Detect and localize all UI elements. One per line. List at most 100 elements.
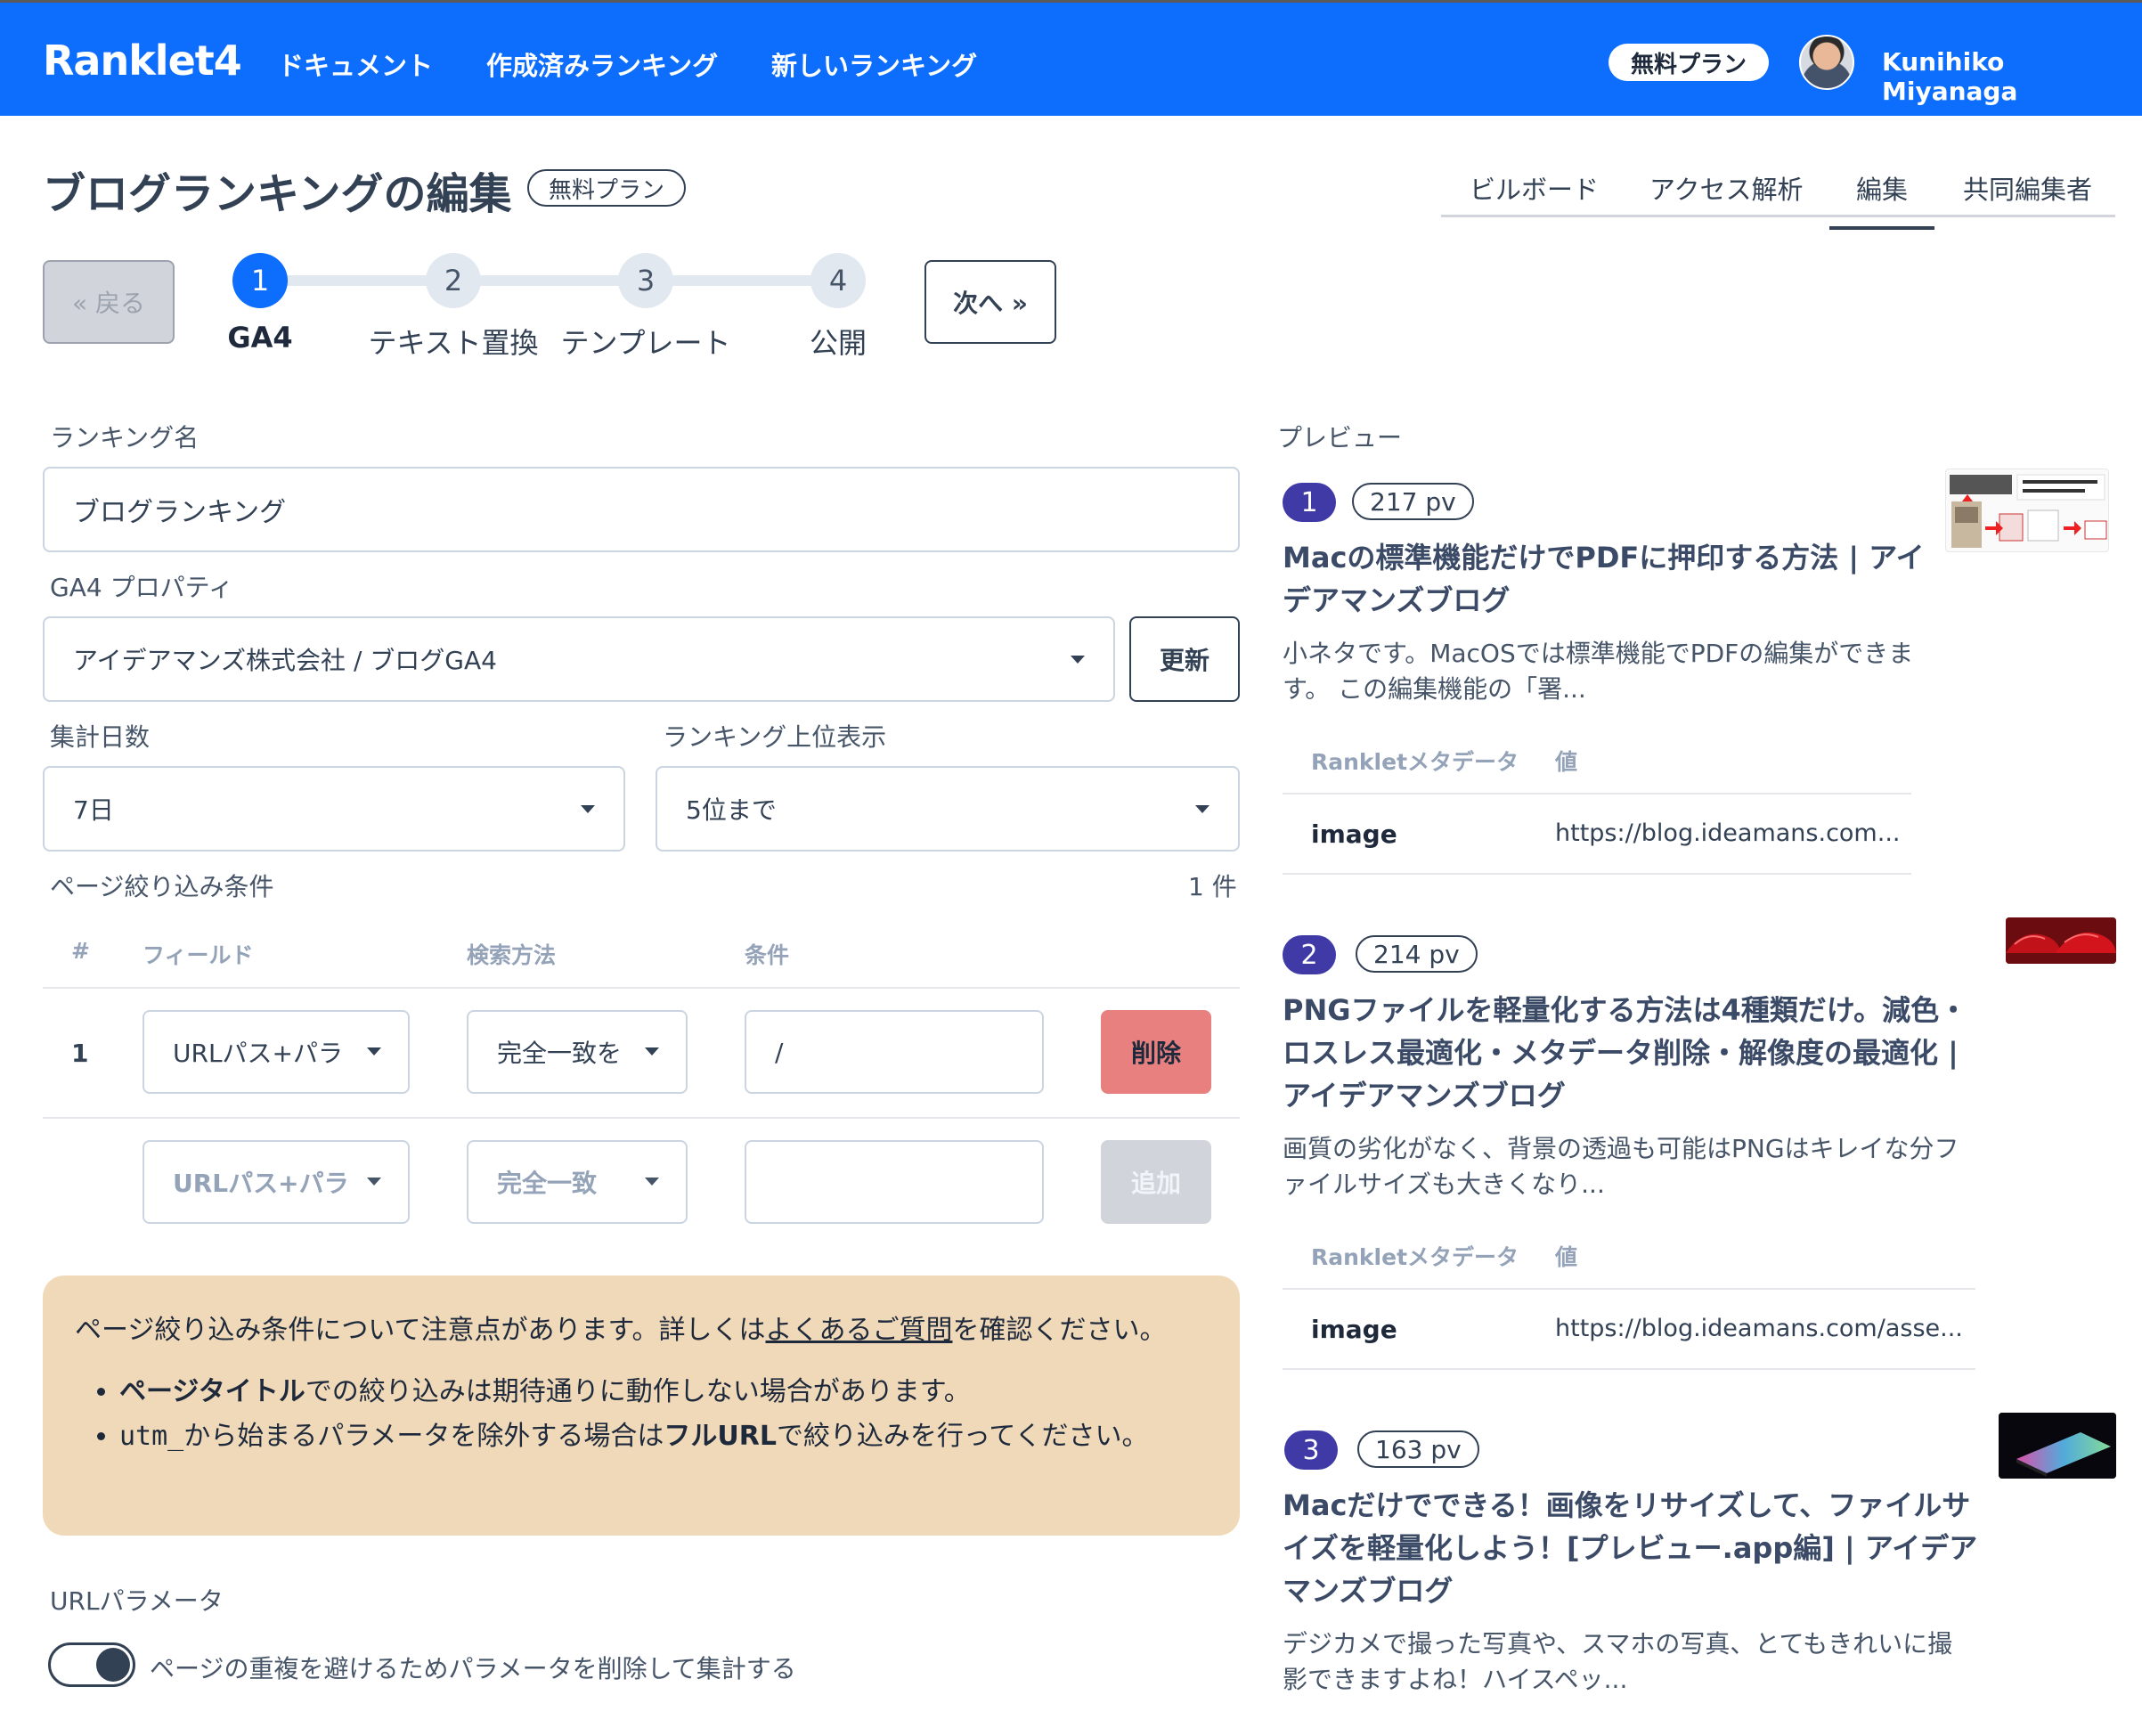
update-button[interactable]: 更新 (1129, 616, 1240, 702)
step-3-circle[interactable]: 3 (618, 253, 673, 308)
step-1-label: GA4 (227, 321, 293, 355)
delete-button[interactable]: 削除 (1101, 1010, 1211, 1094)
rank-badge: 1 (1283, 483, 1336, 522)
preview-title[interactable]: Macの標準機能だけでPDFに押印する方法 | アイ デアマンズブログ (1283, 536, 1925, 622)
avatar[interactable] (1799, 35, 1854, 90)
days-select[interactable]: 7日 (43, 766, 625, 852)
column-header-method: 検索方法 (467, 942, 557, 968)
column-header-index: # (71, 938, 90, 964)
preview-description: 画質の劣化がなく、背景の透過も可能はPNGはキレイな分フ ァイルサイズも大きくなり… (1283, 1134, 1959, 1199)
meta-header-value: 値 (1555, 1244, 1578, 1270)
days-label: 集計日数 (50, 722, 151, 752)
page: Ranklet4 ドキュメント 作成済みランキング 新しいランキング 無料プラン… (0, 0, 2142, 1736)
brand-logo[interactable]: Ranklet4 (43, 37, 242, 85)
nav-link-rankings[interactable]: 作成済みランキング (486, 45, 718, 83)
rank-badge: 3 (1284, 1430, 1338, 1470)
ranking-name-label: ランキング名 (50, 423, 200, 452)
preview-thumbnail (1999, 1413, 2116, 1479)
chevron-down-icon (581, 805, 595, 813)
stepper-track (260, 275, 839, 286)
filter-notice: ページ絞り込み条件について注意点があります。詳しくはよくあるご質問を確認ください… (43, 1276, 1240, 1536)
user-name[interactable]: Kunihiko Miyanaga (1882, 47, 2142, 106)
meta-value: https://blog.ideamans.com... (1555, 819, 1901, 847)
page-title: ブログランキングの編集 (43, 169, 512, 219)
meta-header-value: 値 (1555, 749, 1578, 775)
navbar: Ranklet4 ドキュメント 作成済みランキング 新しいランキング 無料プラン… (0, 0, 2142, 116)
meta-header-key: Rankletメタデータ (1311, 1244, 1519, 1270)
step-1-circle[interactable]: 1 (232, 253, 288, 308)
meta-value: https://blog.ideamans.com/asse... (1555, 1315, 1963, 1342)
ranking-name-input[interactable]: ブログランキング (43, 467, 1240, 552)
field-select[interactable]: URLパス+パラ (143, 1010, 410, 1094)
nav-link-new-ranking[interactable]: 新しいランキング (771, 45, 977, 83)
pv-badge: 214 pv (1356, 935, 1478, 973)
preview-title[interactable]: PNGファイルを軽量化する方法は4種類だけ。減色・ ロスレス最適化・メタデータ削除… (1283, 989, 1967, 1117)
ga4-property-label: GA4 プロパティ (50, 573, 233, 602)
url-param-toggle-label[interactable]: ページの重複を避けるためパラメータを削除して集計する (150, 1650, 796, 1685)
toggle-knob (96, 1648, 130, 1682)
meta-key: image (1311, 1315, 1397, 1344)
next-button[interactable]: 次へ » (924, 260, 1056, 344)
pv-badge: 217 pv (1352, 483, 1474, 520)
meta-divider (1283, 873, 1911, 875)
top-rank-select[interactable]: 5位まで (656, 766, 1240, 852)
preview-description: 小ネタです。MacOSでは標準機能でPDFの編集ができま す。 この編集機能の「署… (1283, 639, 1914, 704)
tab-collaborators[interactable]: 共同編集者 (1963, 169, 2092, 207)
meta-header-key: Rankletメタデータ (1311, 749, 1519, 775)
tab-billboard[interactable]: ビルボード (1470, 169, 1599, 207)
step-3-label: テンプレート (560, 326, 731, 360)
chevron-down-icon (1071, 656, 1085, 664)
step-4-label: 公開 (809, 326, 867, 360)
new-condition-input[interactable] (745, 1140, 1044, 1224)
ga4-property-value: アイデアマンズ株式会社 / ブログGA4 (73, 646, 497, 675)
notice-item: utm_から始まるパラメータを除外する場合はフルURLで絞り込みを行ってください… (119, 1414, 1208, 1459)
preview-thumbnail (1945, 469, 2109, 552)
back-button[interactable]: « 戻る (43, 260, 175, 344)
preview-title[interactable]: Macだけでできる！画像をリサイズして、ファイルサ イズを軽量化しよう！[プレビュ… (1283, 1484, 1977, 1612)
pv-badge: 163 pv (1357, 1430, 1479, 1468)
tab-analytics[interactable]: アクセス解析 (1649, 169, 1804, 207)
new-method-value: 完全一致 (497, 1169, 598, 1198)
add-button[interactable]: 追加 (1101, 1140, 1211, 1224)
chevron-down-icon (645, 1047, 659, 1055)
top-rank-label: ランキング上位表示 (663, 722, 887, 752)
new-field-value: URLパス+パラ (173, 1169, 349, 1198)
tab-edit[interactable]: 編集 (1828, 169, 1935, 230)
chevron-down-icon (367, 1178, 381, 1186)
url-param-toggle[interactable] (48, 1642, 135, 1687)
rank-badge: 2 (1283, 935, 1336, 974)
column-header-field: フィールド (143, 942, 254, 968)
filter-label: ページ絞り込み条件 (50, 872, 274, 901)
new-method-select[interactable]: 完全一致 (467, 1140, 688, 1224)
preview-thumbnail (2006, 917, 2116, 964)
url-param-label: URLパラメータ (50, 1586, 224, 1616)
meta-divider (1283, 793, 1911, 795)
method-value: 完全一致を (497, 1039, 623, 1068)
row-index: 1 (71, 1039, 89, 1068)
nav-link-docs[interactable]: ドキュメント (278, 45, 433, 83)
method-select[interactable]: 完全一致を (467, 1010, 688, 1094)
notice-text: ページ絞り込み条件について注意点があります。詳しくはよくあるご質問を確認ください… (75, 1315, 1167, 1346)
faq-link[interactable]: よくあるご質問 (766, 1315, 953, 1346)
chevron-down-icon (367, 1047, 381, 1055)
column-header-condition: 条件 (745, 942, 790, 968)
step-4-circle[interactable]: 4 (810, 253, 866, 308)
preview-description: デジカメで撮った写真や、スマホの写真、とてもきれいに撮 影できますよね！ハイスペッ… (1283, 1629, 1953, 1694)
meta-key: image (1311, 819, 1397, 849)
condition-input[interactable]: / (745, 1010, 1044, 1094)
chevron-down-icon (645, 1178, 659, 1186)
field-value: URLパス+パラ (173, 1039, 344, 1068)
top-rank-value: 5位まで (686, 795, 777, 825)
table-divider (43, 1117, 1240, 1119)
notice-list: ページタイトルでの絞り込みは期待通りに動作しない場合があります。 utm_から始… (75, 1370, 1208, 1459)
preview-label: プレビュー (1277, 423, 1403, 452)
step-2-circle[interactable]: 2 (426, 253, 481, 308)
days-value: 7日 (73, 795, 114, 825)
plan-badge[interactable]: 無料プラン (1609, 44, 1769, 81)
meta-divider (1283, 1288, 1975, 1290)
notice-item: ページタイトルでの絞り込みは期待通りに動作しない場合があります。 (119, 1370, 1208, 1414)
step-2-label: テキスト置換 (368, 326, 539, 360)
filter-count: 1 件 (1188, 872, 1237, 901)
ga4-property-select[interactable]: アイデアマンズ株式会社 / ブログGA4 (43, 616, 1115, 702)
new-field-select[interactable]: URLパス+パラ (143, 1140, 410, 1224)
